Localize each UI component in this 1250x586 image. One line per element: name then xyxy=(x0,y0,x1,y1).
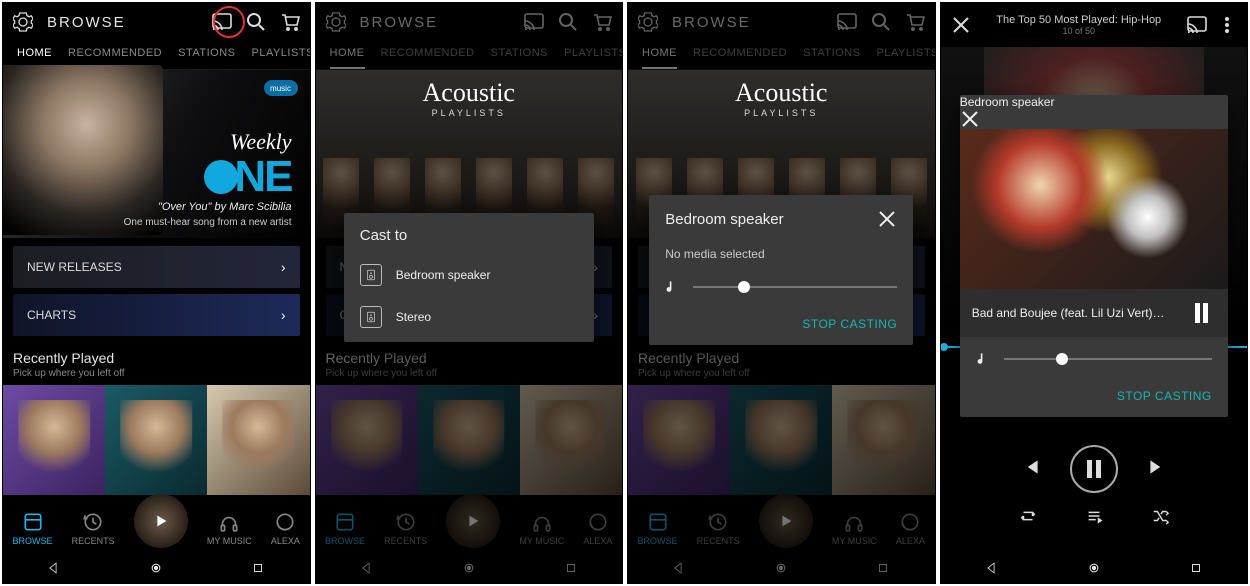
nav-my-music[interactable]: MY MUSIC xyxy=(207,511,252,546)
volume-row xyxy=(649,265,913,309)
chevron-right-icon: › xyxy=(281,307,286,323)
dialog-title: Bedroom speaker xyxy=(665,211,783,228)
screen-now-playing: The Top 50 Most Played: Hip-Hop 10 of 50… xyxy=(940,2,1249,584)
play-pause-button[interactable] xyxy=(1070,445,1118,493)
cast-device-row[interactable]: Stereo xyxy=(344,296,594,338)
cast-device-name: Stereo xyxy=(396,310,431,324)
recent-thumb[interactable] xyxy=(207,385,309,495)
android-home-icon[interactable] xyxy=(149,561,163,578)
cart-icon[interactable] xyxy=(280,12,300,32)
recently-played-thumbs xyxy=(3,385,310,495)
search-icon[interactable] xyxy=(246,12,266,32)
repeat-icon[interactable] xyxy=(1019,507,1037,528)
nav-now-playing[interactable] xyxy=(134,494,188,548)
close-icon[interactable] xyxy=(960,109,980,129)
hero-subtitle: PLAYLISTS xyxy=(423,108,515,118)
row-charts[interactable]: CHARTS › xyxy=(13,294,300,336)
hero-banner[interactable]: music Weekly NE "Over You" by Marc Scibi… xyxy=(3,70,310,238)
nav-browse[interactable]: BROWSE xyxy=(13,511,53,546)
player-top-bar: The Top 50 Most Played: Hip-Hop 10 of 50 xyxy=(941,3,1248,47)
android-recents-icon[interactable] xyxy=(1189,561,1203,578)
row-label: CHARTS xyxy=(27,308,76,322)
cast-device-name: Bedroom speaker xyxy=(396,268,491,282)
close-icon[interactable] xyxy=(877,209,897,229)
settings-gear-icon[interactable] xyxy=(13,12,33,32)
queue-icon[interactable] xyxy=(1085,507,1103,528)
android-home-icon[interactable] xyxy=(1087,561,1101,578)
android-back-icon[interactable] xyxy=(47,561,61,578)
cast-session-dialog: Bedroom speaker Bad and Boujee (feat. Li… xyxy=(960,95,1228,417)
now-playing-cover xyxy=(960,129,1228,289)
close-icon[interactable] xyxy=(951,15,971,35)
hero-song-credit: "Over You" by Marc Scibilia xyxy=(124,201,292,213)
mini-pause-button[interactable] xyxy=(1188,299,1216,327)
player-controls xyxy=(941,431,1248,541)
song-title: Bad and Boujee (feat. Lil Uzi Vert)… xyxy=(972,306,1188,320)
cast-device-row[interactable]: Bedroom speaker xyxy=(344,254,594,296)
top-bar: BROWSE xyxy=(3,3,310,41)
recently-played-subtitle: Pick up where you left off xyxy=(3,368,310,385)
volume-slider[interactable] xyxy=(1004,358,1212,360)
nav-recents[interactable]: RECENTS xyxy=(72,511,115,546)
dialog-title: Cast to xyxy=(344,227,594,254)
speaker-device-icon xyxy=(360,306,382,328)
playlist-title: The Top 50 Most Played: Hip-Hop xyxy=(981,14,1178,26)
screen-browse: BROWSE HOME RECOMMENDED STATIONS PLAYLIS… xyxy=(2,2,311,584)
dialog-title: Bedroom speaker xyxy=(960,95,1055,109)
screen-cast-to: BROWSE HOME RECOMMENDED STATIONS PLAYLIS… xyxy=(315,2,624,584)
screen-cast-connected: BROWSE HOME RECOMMENDED STATIONS PLAYLIS… xyxy=(627,2,936,584)
tab-playlists[interactable]: PLAYLISTS xyxy=(252,41,311,69)
volume-slider[interactable] xyxy=(693,286,897,288)
cast-to-dialog: Cast to Bedroom speaker Stereo xyxy=(344,213,594,342)
hero-title: Acoustic xyxy=(423,78,515,108)
row-label: NEW RELEASES xyxy=(27,260,122,274)
track-position: 10 of 50 xyxy=(981,26,1178,36)
row-new-releases[interactable]: NEW RELEASES › xyxy=(13,246,300,288)
recent-thumb[interactable] xyxy=(105,385,207,495)
android-nav-bar xyxy=(3,555,310,583)
cast-icon[interactable] xyxy=(212,12,232,32)
hero-tagline: One must-hear song from a new artist xyxy=(124,217,292,228)
recently-played-title: Recently Played xyxy=(3,342,310,368)
cast-session-dialog: Bedroom speaker No media selected STOP C… xyxy=(649,195,913,345)
hero-one-wordmark: NE xyxy=(124,155,292,199)
cast-icon[interactable] xyxy=(1187,15,1207,35)
stop-casting-button[interactable]: STOP CASTING xyxy=(960,381,1228,407)
shuffle-icon[interactable] xyxy=(1151,507,1169,528)
recent-thumb[interactable] xyxy=(3,385,105,495)
previous-track-icon[interactable] xyxy=(1020,456,1042,481)
speaker-device-icon xyxy=(360,264,382,286)
music-note-icon xyxy=(976,351,992,367)
nav-alexa[interactable]: ALEXA xyxy=(271,511,300,546)
no-media-label: No media selected xyxy=(649,243,913,265)
android-back-icon[interactable] xyxy=(985,561,999,578)
chevron-right-icon: › xyxy=(281,259,286,275)
bottom-nav: BROWSE RECENTS MY MUSIC ALEXA xyxy=(3,501,310,555)
android-recents-icon[interactable] xyxy=(251,561,265,578)
music-note-icon xyxy=(665,279,681,295)
more-icon[interactable] xyxy=(1217,15,1237,35)
stop-casting-button[interactable]: STOP CASTING xyxy=(649,309,913,335)
tab-stations[interactable]: STATIONS xyxy=(178,41,235,69)
next-track-icon[interactable] xyxy=(1146,456,1168,481)
music-badge: music xyxy=(264,80,298,96)
page-title: BROWSE xyxy=(47,14,198,31)
